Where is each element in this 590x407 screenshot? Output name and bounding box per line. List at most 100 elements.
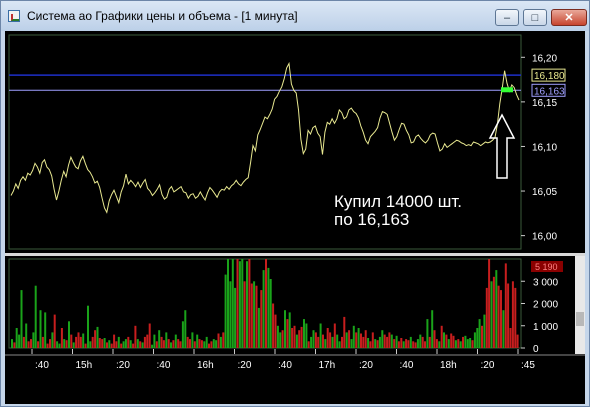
volume-bar [103,338,106,348]
volume-bar [120,343,123,348]
title-bar[interactable]: Система ао Графики цены и объема - [1 ми… [1,1,589,31]
volume-bar [360,333,362,348]
volume-bar [336,334,339,348]
volume-bar [312,330,315,348]
time-axis-label: :20 [238,360,252,371]
volume-bar [295,334,298,348]
volume-bar [485,287,488,348]
volume-bar [374,339,377,348]
volume-bar [46,343,49,348]
volume-bar [113,334,116,348]
volume-bar [293,325,296,349]
volume-bar [447,339,450,348]
volume-bar [286,319,289,348]
level-high-label: 16,180 [534,71,565,82]
volume-bar [189,339,191,348]
close-button[interactable]: ✕ [551,9,587,26]
volume-bar [41,336,44,348]
volume-bar [248,259,251,348]
chart-area[interactable]: :40 15h:20:40 16h:20:40 17h:20:40 18h:20:45 1… [5,31,585,404]
volume-bar [497,285,500,348]
chart-window: Система ао Графики цены и объема - [1 ми… [0,0,590,407]
up-arrow-icon [488,113,516,179]
volume-bar [63,339,66,348]
volume-bar [355,332,358,348]
volume-bar [198,339,201,348]
volume-bar [167,339,170,348]
price-volume-chart[interactable]: :40 15h:20:40 16h:20:40 17h:20:40 18h:20:45 1… [5,31,585,404]
volume-bar [310,336,313,348]
volume-bar [203,341,206,348]
price-axis-label: 16,20 [532,53,557,64]
volume-bar [435,339,438,348]
minimize-button[interactable]: – [495,9,519,26]
volume-bar [341,336,343,348]
volume-bar [210,341,213,348]
volume-bar [421,336,424,348]
volume-bar [30,339,32,348]
volume-bar [75,336,78,348]
time-axis-label: 18h [440,360,457,371]
volume-bar [504,263,507,348]
volume-bar [409,336,412,348]
volume-bar [267,267,270,348]
volume-bar [253,281,256,349]
level-buy-label: 16,163 [534,86,565,97]
time-axis-label: 15h [76,360,93,371]
volume-bar [84,343,87,348]
volume-bar [13,342,16,348]
volume-bar [511,281,514,349]
volume-bar [272,303,275,348]
volume-bar [127,336,130,348]
volume-bar [177,339,180,348]
volume-axis-label: 3 000 [533,277,558,288]
volume-bar [362,336,365,348]
volume-bar [291,328,294,348]
volume-bar [141,342,144,348]
time-axis-label: 17h [319,360,336,371]
volume-bar [495,270,498,348]
panel-divider[interactable] [5,253,585,256]
volume-bar [215,340,218,348]
volume-bar [70,334,73,348]
volume-bar [129,340,132,348]
volume-bar [200,340,203,348]
volume-bar [153,334,156,348]
volume-bar [466,339,469,348]
volume-bar [56,341,59,348]
volume-bar [184,310,187,348]
volume-bar [53,314,56,348]
volume-bar [345,332,348,348]
volume-bar [236,259,239,348]
volume-scrollbar[interactable] [575,256,585,354]
volume-bar [65,340,68,348]
maximize-button[interactable]: □ [523,9,547,26]
volume-bar [473,332,476,348]
volume-bar [208,343,210,348]
volume-bar [288,312,291,348]
volume-bar [433,330,436,348]
volume-bar [191,332,194,348]
volume-bar [77,332,80,348]
volume-bar [79,336,82,348]
volume-bar [376,340,379,348]
volume-bar [58,343,61,348]
volume-bar [229,281,232,349]
volume-bar [395,335,398,348]
volume-bar [39,310,42,348]
volume-bar [509,328,512,348]
volume-bar [11,339,13,348]
volume-bar [91,336,94,348]
scrollbar-thumb[interactable] [576,312,584,326]
volume-bar [115,341,118,348]
volume-bar [284,310,286,348]
volume-bar [49,339,51,348]
volume-bar [246,261,248,348]
price-axis-label: 16,00 [532,232,557,243]
time-axis-label: :20 [359,360,373,371]
volume-bar [132,343,135,348]
time-axis-label: :40 [35,360,49,371]
volume-bar [298,330,301,348]
volume-bar [219,336,222,348]
volume-bar [89,341,92,348]
